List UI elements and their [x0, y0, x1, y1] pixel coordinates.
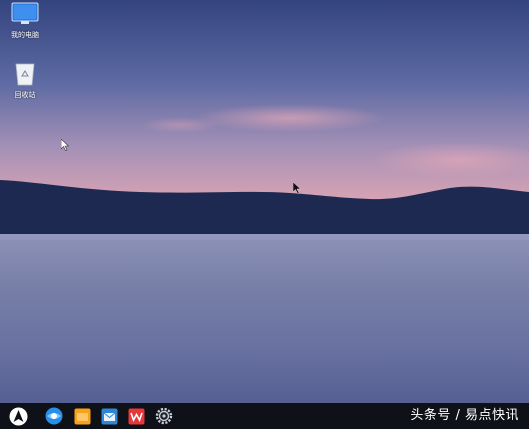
mouse-cursor-icon — [293, 182, 301, 194]
desktop-icon-my-computer[interactable]: 我的电脑 — [0, 2, 50, 40]
watermark-text: 头条号 / 易点快讯 — [410, 408, 519, 423]
file-manager-icon — [74, 408, 90, 424]
desktop-icon-label: 我的电脑 — [11, 31, 39, 39]
wps-office-icon — [128, 408, 144, 424]
desktop-icon-recycle-bin[interactable]: 回收站 — [0, 62, 50, 100]
start-menu-button[interactable] — [8, 406, 28, 426]
settings-button[interactable] — [154, 406, 174, 426]
mail-button[interactable] — [99, 406, 119, 426]
wps-office-button[interactable] — [126, 406, 146, 426]
browser-icon — [45, 407, 63, 425]
mail-icon — [101, 408, 117, 424]
recycle-bin-icon — [15, 63, 35, 86]
settings-icon — [155, 407, 173, 425]
browser-button[interactable] — [44, 406, 64, 426]
desktop-wallpaper — [0, 0, 529, 404]
mouse-pointer-icon — [61, 139, 69, 151]
file-manager-button[interactable] — [72, 406, 92, 426]
computer-icon — [11, 2, 39, 24]
desktop-icon-label: 回收站 — [14, 91, 36, 99]
start-menu-icon — [9, 407, 27, 425]
